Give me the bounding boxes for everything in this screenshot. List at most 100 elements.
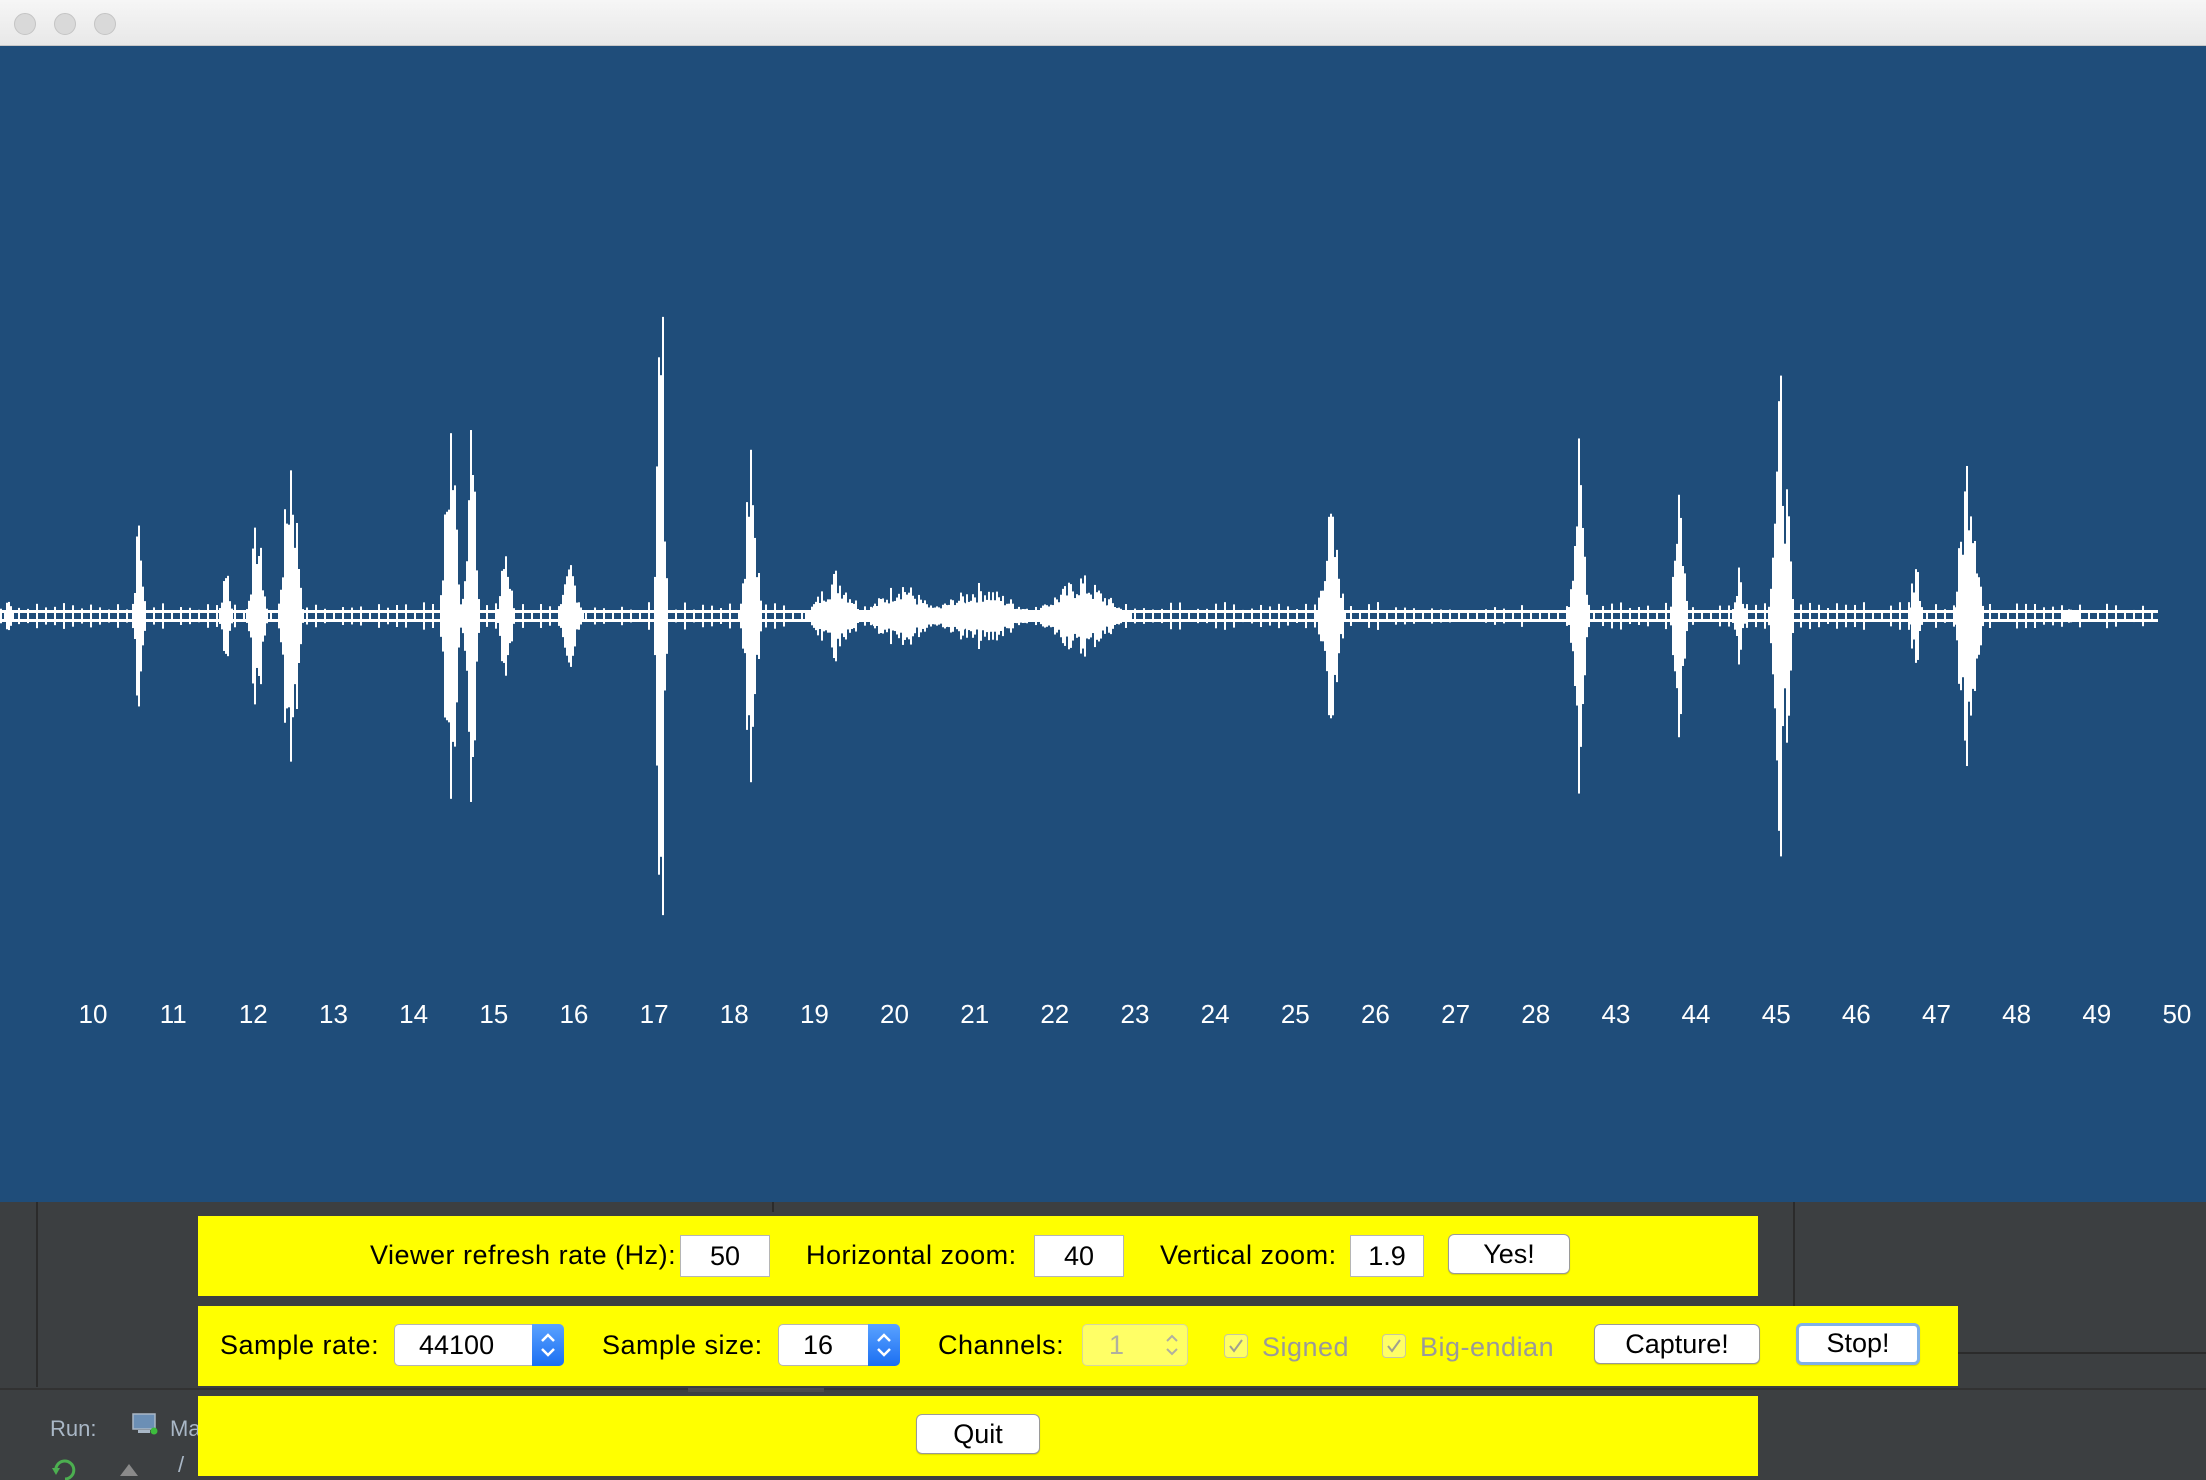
waveform-segment <box>1926 611 1928 621</box>
waveform-segment <box>549 606 551 626</box>
waveform-segment <box>282 577 284 655</box>
waveform-segment <box>284 509 286 723</box>
waveform-segment <box>1179 602 1181 630</box>
waveform-segment <box>1968 530 1970 702</box>
waveform-segment <box>459 608 461 624</box>
waveform-segment <box>1096 592 1098 640</box>
stepper-arrows-icon[interactable] <box>868 1324 900 1366</box>
arrow-up-icon[interactable] <box>118 1462 140 1480</box>
ide-run-tab[interactable]: Ma <box>170 1416 201 1442</box>
waveform-segment <box>978 582 980 650</box>
waveform-segment <box>1114 606 1116 626</box>
vertical-zoom-input[interactable]: 1.9 <box>1350 1235 1424 1277</box>
time-tick-label: 13 <box>319 999 348 1029</box>
waveform-segment <box>1953 605 1955 627</box>
waveform-segment <box>990 605 992 627</box>
waveform-segment <box>1976 573 1978 659</box>
waveform-segment <box>1042 605 1044 627</box>
waveform-segment <box>470 430 472 802</box>
waveform-segment <box>1836 603 1838 629</box>
console-output: / <box>178 1452 185 1477</box>
horizontal-zoom-input[interactable]: 40 <box>1034 1235 1124 1277</box>
waveform-segment <box>684 602 686 630</box>
waveform-segment <box>1737 610 1739 622</box>
waveform-segment <box>654 576 656 656</box>
waveform-segment <box>1998 610 2000 622</box>
waveform-segment <box>1921 607 1923 625</box>
waveform-segment <box>1908 602 1910 630</box>
refresh-rate-input[interactable]: 50 <box>680 1235 770 1277</box>
waveform-segment <box>1845 604 1847 628</box>
waveform-segment <box>1413 608 1415 624</box>
waveform-segment <box>1512 610 1514 622</box>
minimize-window-button[interactable] <box>54 13 76 35</box>
waveform-segment <box>574 585 576 647</box>
monitor-icon[interactable] <box>132 1413 158 1435</box>
big-endian-checkbox[interactable] <box>1382 1334 1406 1358</box>
stop-button[interactable]: Stop! <box>1796 1323 1920 1365</box>
waveform-segment <box>582 610 584 622</box>
zoom-window-button[interactable] <box>94 13 116 35</box>
waveform-segment <box>1040 607 1042 625</box>
time-tick-label: 26 <box>1361 999 1390 1029</box>
waveform-segment <box>1788 516 1790 716</box>
waveform-segment <box>1269 606 1271 626</box>
waveform-segment <box>0 608 2 624</box>
waveform-segment <box>511 590 513 642</box>
checkmark-icon <box>1387 1339 1401 1353</box>
waveform-segment <box>774 603 776 629</box>
stepper-arrows-icon[interactable] <box>1156 1324 1188 1366</box>
waveform-segment <box>807 610 809 622</box>
sample-rate-label: Sample rate: <box>220 1330 380 1360</box>
waveform-segment <box>918 607 920 625</box>
waveform-segment <box>805 610 807 622</box>
waveform-segment <box>333 611 335 621</box>
waveform-segment <box>932 610 934 622</box>
stepper-arrows-icon[interactable] <box>532 1324 564 1366</box>
waveform-segment <box>988 591 990 641</box>
apply-button[interactable]: Yes! <box>1448 1234 1570 1274</box>
waveform-segment <box>18 607 20 625</box>
waveform-segment <box>752 505 754 727</box>
waveform-segment <box>290 470 292 762</box>
waveform-segment <box>1890 605 1892 627</box>
waveform-segment <box>396 604 398 628</box>
waveform-segment <box>1755 604 1757 628</box>
waveform-segment <box>966 594 968 638</box>
time-tick-label: 18 <box>720 999 749 1029</box>
capture-button[interactable]: Capture! <box>1594 1324 1760 1364</box>
waveform-segment <box>570 565 572 667</box>
waveform-segment <box>229 601 231 631</box>
waveform-segment <box>815 601 817 631</box>
waveform-segment <box>1112 603 1114 629</box>
waveform-segment <box>1578 438 1580 794</box>
waveform-segment <box>1692 607 1694 625</box>
close-window-button[interactable] <box>14 13 36 35</box>
waveform-segment <box>1974 540 1976 692</box>
sample-size-select[interactable]: 16 <box>778 1324 900 1366</box>
waveform-segment <box>1566 606 1568 626</box>
waveform-segment <box>1521 605 1523 627</box>
waveform-segment <box>1676 543 1678 689</box>
waveform-segment <box>1611 603 1613 629</box>
waveform-segment <box>630 609 632 623</box>
waveform-segment <box>839 585 841 647</box>
sample-rate-select[interactable]: 44100 <box>394 1324 564 1366</box>
quit-button[interactable]: Quit <box>916 1414 1040 1454</box>
waveform-segment <box>1572 580 1574 652</box>
rerun-icon[interactable] <box>52 1458 78 1480</box>
waveform-segment <box>1503 608 1505 624</box>
waveform-segment <box>567 608 569 624</box>
waveform-segment <box>1989 604 1991 628</box>
waveform-segment <box>562 594 564 638</box>
waveform-segment <box>760 600 762 632</box>
waveform-segment <box>1746 604 1748 628</box>
waveform-segment <box>1046 605 1048 627</box>
waveform-segment <box>1588 604 1590 628</box>
waveform-segment <box>2079 604 2081 628</box>
waveform-segment <box>938 607 940 625</box>
signed-checkbox[interactable] <box>1224 1334 1248 1358</box>
channels-spinner[interactable]: 1 <box>1082 1324 1188 1366</box>
big-endian-label: Big-endian <box>1420 1332 1555 1362</box>
waveform-segment <box>1128 610 1130 622</box>
